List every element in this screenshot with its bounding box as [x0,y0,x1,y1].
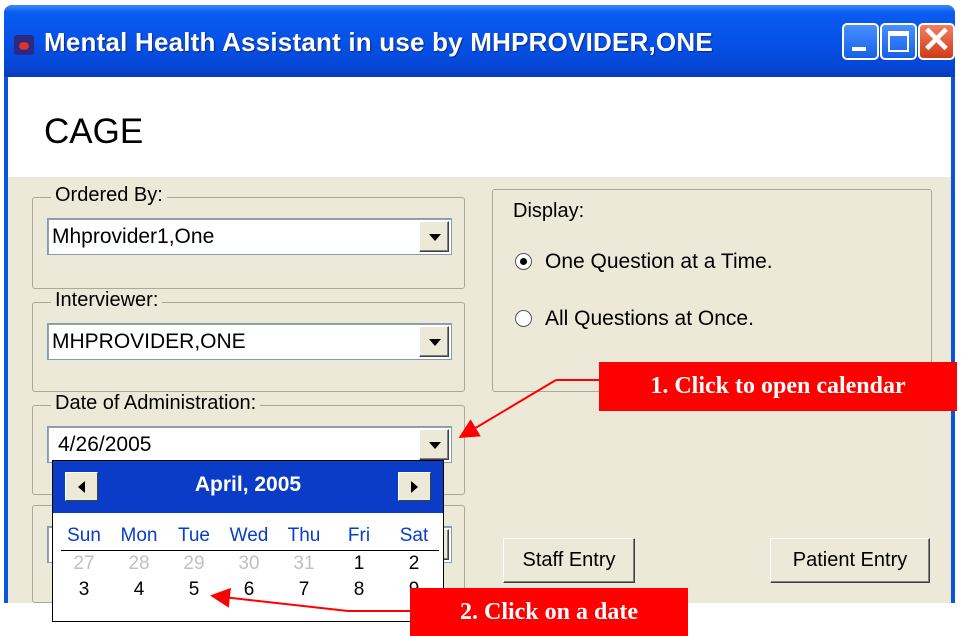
ordered-by-group: Ordered By: Mhprovider1,One [32,184,465,289]
page-title: CAGE [44,112,144,151]
app-icon[interactable] [14,35,34,55]
close-button[interactable]: ✕ [918,19,955,60]
interviewer-group: Interviewer: MHPROVIDER,ONE [32,289,465,392]
calendar-date[interactable]: 1 [336,553,382,575]
date-picker[interactable]: 4/26/2005 [47,426,452,463]
ordered-by-value: Mhprovider1,One [52,225,215,248]
calendar-date[interactable]: 28 [116,553,162,575]
interviewer-combo[interactable]: MHPROVIDER,ONE [47,323,452,360]
calendar-month-label: April, 2005 [194,473,302,496]
chevron-down-icon[interactable] [419,221,449,252]
radio-all-questions[interactable]: All Questions at Once. [515,307,754,331]
interviewer-value: MHPROVIDER,ONE [52,330,246,353]
weekday-label: Wed [229,525,269,546]
weekday-label: Mon [120,525,158,546]
calendar-date[interactable]: 30 [226,553,272,575]
date-value: 4/26/2005 [58,433,152,456]
ordered-by-combo[interactable]: Mhprovider1,One [47,218,452,255]
calendar-date[interactable]: 31 [281,553,327,575]
callout-open-calendar: 1. Click to open calendar [599,362,957,411]
weekday-label: Fri [347,525,371,546]
patient-entry-button[interactable]: Patient Entry [770,538,930,583]
close-icon: ✕ [921,19,952,60]
date-label: Date of Administration: [51,392,261,415]
weekday-label: Sun [67,525,101,546]
calendar-weekday-row: Sun Mon Tue Wed Thu Fri Sat [61,525,439,551]
radio-one-question-label: One Question at a Time. [545,250,773,273]
display-label: Display: [513,200,585,222]
weekday-label: Tue [177,525,211,546]
calendar-date[interactable]: 5 [171,579,217,601]
ordered-by-label: Ordered By: [51,184,167,207]
calendar-date[interactable]: 7 [281,579,327,601]
radio-checked-icon[interactable] [515,253,532,270]
calendar-dropdown-button[interactable] [419,429,449,460]
calendar-date[interactable]: 27 [61,553,107,575]
calendar-dropdown[interactable]: April, 2005 Sun Mon Tue Wed Thu Fri Sat … [52,460,444,622]
minimize-button[interactable] [842,23,879,60]
radio-one-question[interactable]: One Question at a Time. [515,250,773,274]
callout-click-date: 2. Click on a date [410,588,688,636]
staff-entry-button[interactable]: Staff Entry [503,538,635,583]
calendar-date[interactable]: 4 [116,579,162,601]
minimize-icon [852,47,866,51]
maximize-button[interactable] [880,23,917,60]
calendar-date[interactable]: 3 [61,579,107,601]
calendar-date[interactable]: 29 [171,553,217,575]
calendar-date[interactable]: 8 [336,579,382,601]
title-bar[interactable]: Mental Health Assistant in use by MHPROV… [4,5,955,77]
window-title: Mental Health Assistant in use by MHPROV… [44,27,713,57]
radio-all-questions-label: All Questions at Once. [545,307,754,330]
next-month-icon[interactable] [398,472,431,501]
maximize-icon [888,31,909,52]
radio-unchecked-icon[interactable] [515,310,532,327]
calendar-date[interactable]: 2 [391,553,437,575]
calendar-header: April, 2005 [53,461,443,513]
chevron-down-icon[interactable] [419,326,449,357]
interviewer-label: Interviewer: [51,289,163,312]
calendar-date[interactable]: 6 [226,579,272,601]
weekday-label: Sat [399,525,429,546]
header-panel: CAGE [8,77,951,177]
weekday-label: Thu [287,525,321,546]
